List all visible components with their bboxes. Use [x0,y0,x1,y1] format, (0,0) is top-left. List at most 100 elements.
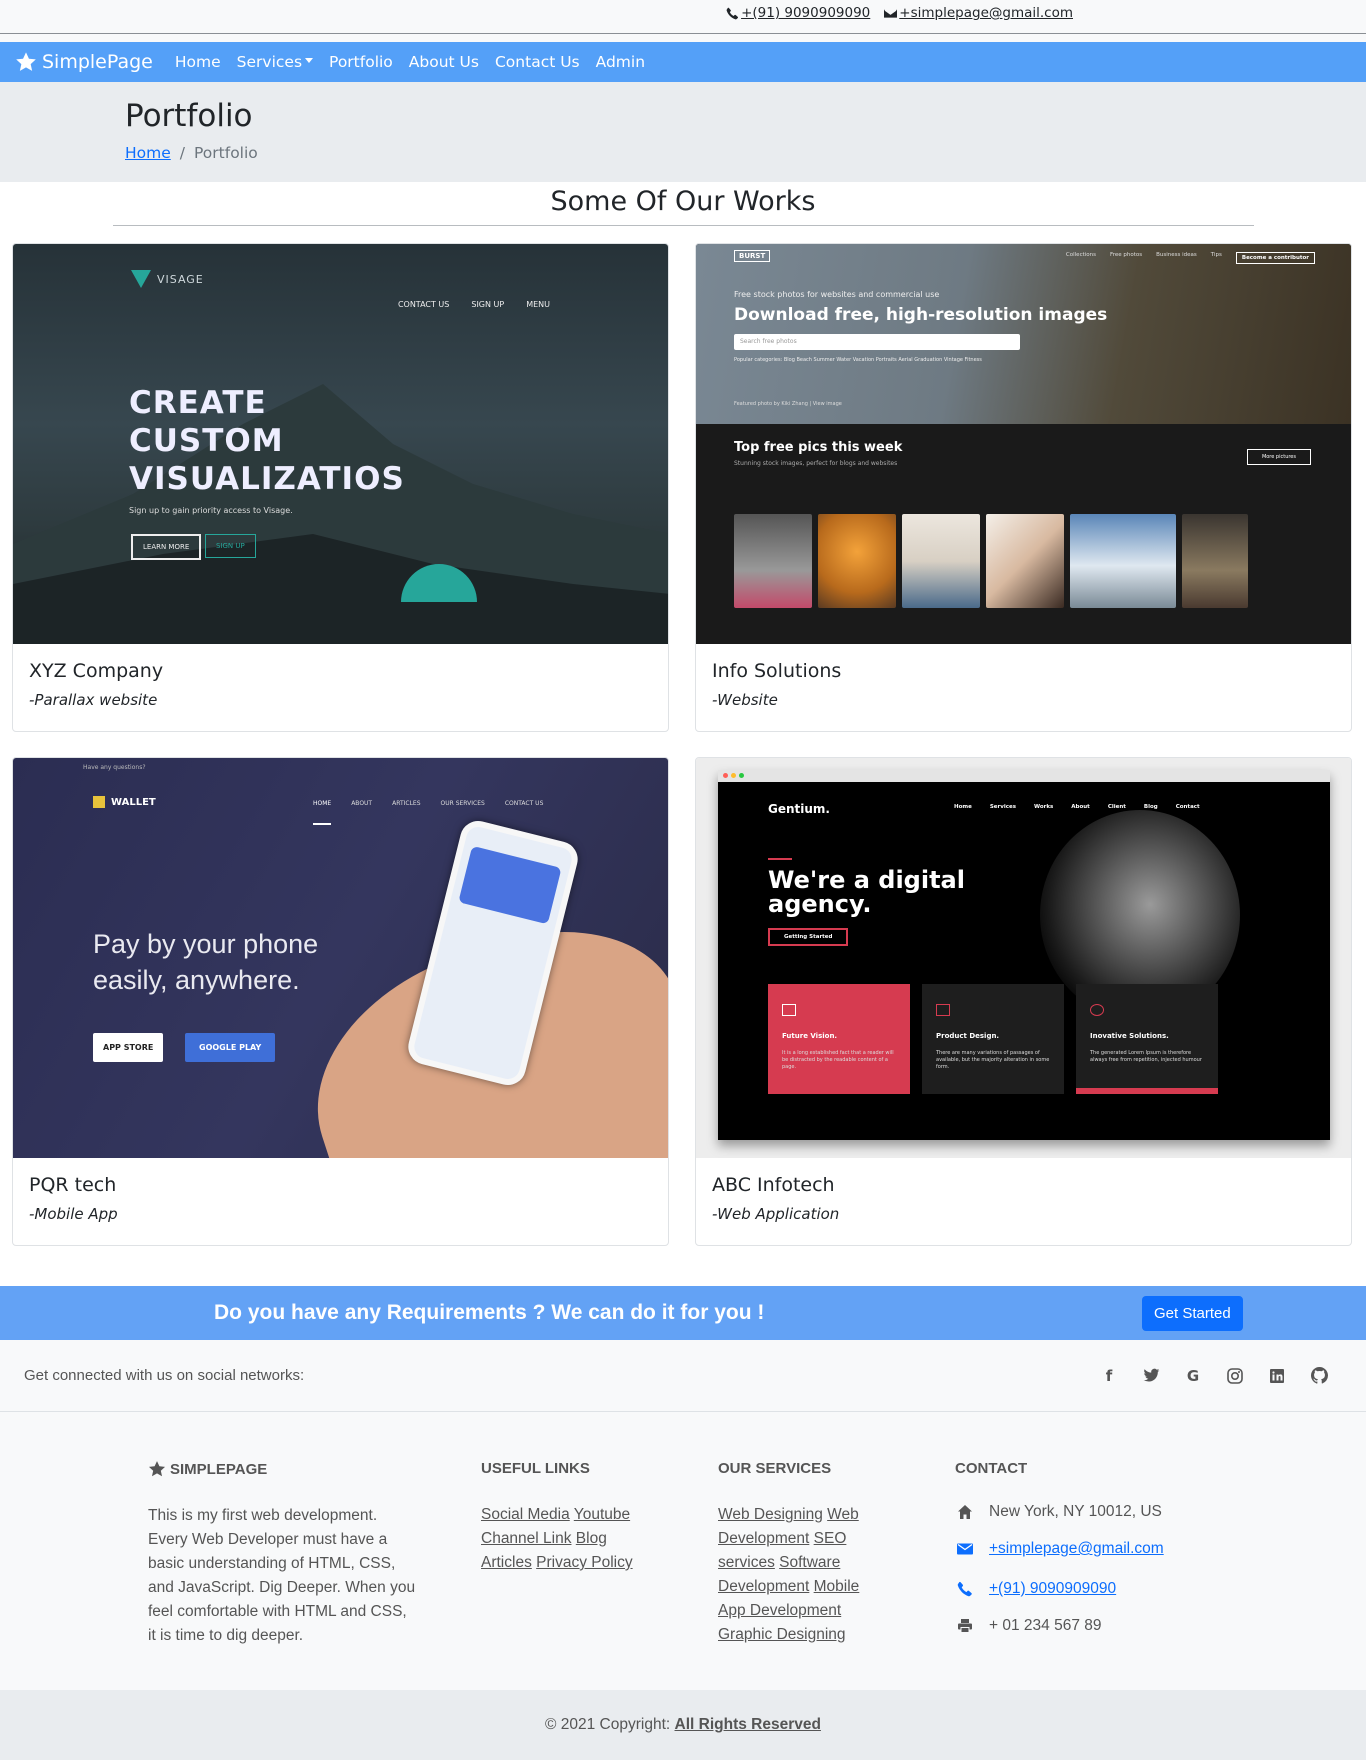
burst-more-button: More pictures [1246,449,1311,465]
breadcrumb-separator: / [179,144,186,162]
photo-oranges [818,514,896,608]
github-icon[interactable] [1308,1365,1330,1387]
main-navbar: SimplePage Home Services Portfolio About… [0,42,1366,82]
card-subtitle: -Mobile App [29,1205,118,1223]
brand-name: SimplePage [42,51,153,73]
card-image-mobile-app: Have any questions? WALLET HOME ABOUT ARTI… [13,758,668,1158]
footer-about-text: This is my first web development. Every … [148,1507,416,1644]
visage-learn-button: LEARN MORE [131,534,202,560]
envelope-icon [957,1543,973,1555]
photo-desk [986,514,1064,608]
card-subtitle: -Web Application [712,1205,840,1223]
wallet-logo: WALLET [93,796,156,808]
google-icon[interactable]: G [1182,1365,1204,1387]
google-play-badge: GOOGLE PLAY [185,1033,276,1062]
top-contact-bar: +(91) 9090909090 +simplepage@gmail.com [0,0,1366,34]
gentium-button: Getting Started [768,928,849,946]
works-title: Some Of Our Works [550,186,816,217]
nav-services-dropdown[interactable]: Services [237,53,314,71]
card-body: ABC Infotech -Web Application [696,1158,1351,1239]
portfolio-card-pqr[interactable]: Have any questions? WALLET HOME ABOUT ARTI… [12,757,669,1246]
facebook-icon[interactable]: f [1098,1365,1120,1387]
portfolio-grid: VISAGE CONTACT US SIGN UP MENU CREATE CUST… [0,226,1366,1246]
nav-home[interactable]: Home [175,53,221,71]
phone-icon [957,1581,972,1597]
gentium-logo: Gentium. [768,802,830,816]
card-title: Info Solutions [712,660,842,682]
nav-spacer [0,34,1366,42]
contact-title: CONTACT [955,1460,1028,1477]
services-title: OUR SERVICES [718,1460,832,1477]
page-title: Portfolio [125,98,253,134]
portfolio-card-xyz[interactable]: VISAGE CONTACT US SIGN UP MENU CREATE CUST… [12,243,669,732]
nav-about[interactable]: About Us [409,53,479,71]
card-body: PQR tech -Mobile App [13,1158,668,1239]
copyright-text: © 2021 Copyright: [545,1716,675,1733]
link-graphic[interactable]: Graphic Designing [718,1626,846,1643]
linkedin-icon[interactable] [1266,1365,1288,1387]
card-title: XYZ Company [29,660,164,682]
phone-icon [726,7,739,19]
envelope-icon [884,8,898,18]
twitter-icon[interactable] [1140,1365,1162,1387]
link-privacy[interactable]: Privacy Policy [536,1554,632,1571]
card-subtitle: -Parallax website [29,691,158,709]
breadcrumb: Home / Portfolio [125,144,1366,162]
copyright-link[interactable]: All Rights Reserved [675,1716,821,1733]
top-email-link[interactable]: +simplepage@gmail.com [884,5,1073,21]
footer: SIMPLEPAGE This is my first web developm… [0,1412,1366,1690]
footer-brand: SIMPLEPAGE [148,1460,418,1478]
app-store-badge: APP STORE [93,1033,164,1062]
link-web-designing[interactable]: Web Designing [718,1506,823,1523]
burst-featured: Featured photo by Kiki Zhang | View imag… [734,401,842,407]
contact-email-link[interactable]: +simplepage@gmail.com [989,1537,1164,1561]
breadcrumb-home[interactable]: Home [125,144,171,162]
card-body: Info Solutions -Website [696,644,1351,725]
social-text: Get connected with us on social networks… [24,1367,305,1384]
useful-links-title: USEFUL LINKS [481,1460,590,1477]
visage-logo: VISAGE [131,270,204,288]
instagram-icon[interactable] [1224,1365,1246,1387]
burst-categories: Popular categories: Blog Beach Summer Wa… [734,357,982,363]
nav-admin[interactable]: Admin [596,53,645,71]
link-social-media[interactable]: Social Media [481,1506,570,1523]
photo-mountain [1070,514,1176,608]
visage-headline: CREATE CUSTOM VISUALIZATIOS [129,385,405,497]
gentium-headline: We're a digital agency. [768,866,965,918]
card-title: PQR tech [29,1174,117,1196]
burst-photo-strip [734,514,1248,608]
brand-link[interactable]: SimplePage [15,51,153,73]
visage-signup-button: SIGN UP [205,534,256,558]
card-image-parallax: VISAGE CONTACT US SIGN UP MENU CREATE CUST… [13,244,668,644]
get-started-button[interactable]: Get Started [1142,1295,1243,1331]
star-icon [148,1461,166,1477]
top-phone-link[interactable]: +(91) 9090909090 [726,5,870,21]
wallet-menu: HOME ABOUT ARTICLES OUR SERVICES CONTACT US [313,800,543,825]
portfolio-card-abc[interactable]: Gentium. Home Services Works About Client Blo… [695,757,1352,1246]
top-phone-text: +(91) 9090909090 [741,5,871,21]
star-icon [16,52,36,71]
burst-search: Search free photos [734,334,1020,350]
photo-street [1182,514,1248,608]
services-list: Web Designing Web Development SEO servic… [718,1503,878,1647]
gentium-feature-boxes: Future Vision. It is a long established f… [768,984,1218,1094]
card-body: XYZ Company -Parallax website [13,644,668,725]
portfolio-card-info[interactable]: BURST Collections Free photos Business ide… [695,243,1352,732]
contact-phone-link[interactable]: +(91) 9090909090 [989,1577,1116,1601]
cta-banner: Do you have any Requirements ? We can do… [0,1286,1366,1340]
card-image-website: BURST Collections Free photos Business ide… [696,244,1351,644]
nav-portfolio[interactable]: Portfolio [329,53,393,71]
browser-window-mockup: Gentium. Home Services Works About Client Blo… [718,770,1330,1140]
burst-kicker: Free stock photos for websites and comme… [734,290,940,299]
top-email-text: +simplepage@gmail.com [899,5,1073,21]
home-icon [958,1505,972,1519]
photo-dog [734,514,812,608]
nav-contact[interactable]: Contact Us [495,53,580,71]
card-image-web-app: Gentium. Home Services Works About Client Blo… [696,758,1351,1158]
contact-email: +simplepage@gmail.com [955,1537,1215,1561]
burst-headline: Download free, high-resolution images [734,305,1108,325]
useful-links-list: Social Media Youtube Channel Link Blog A… [481,1503,651,1575]
social-bar: Get connected with us on social networks… [0,1340,1366,1412]
breadcrumb-current: Portfolio [194,144,258,162]
contact-fax: + 01 234 567 89 [955,1617,1215,1635]
